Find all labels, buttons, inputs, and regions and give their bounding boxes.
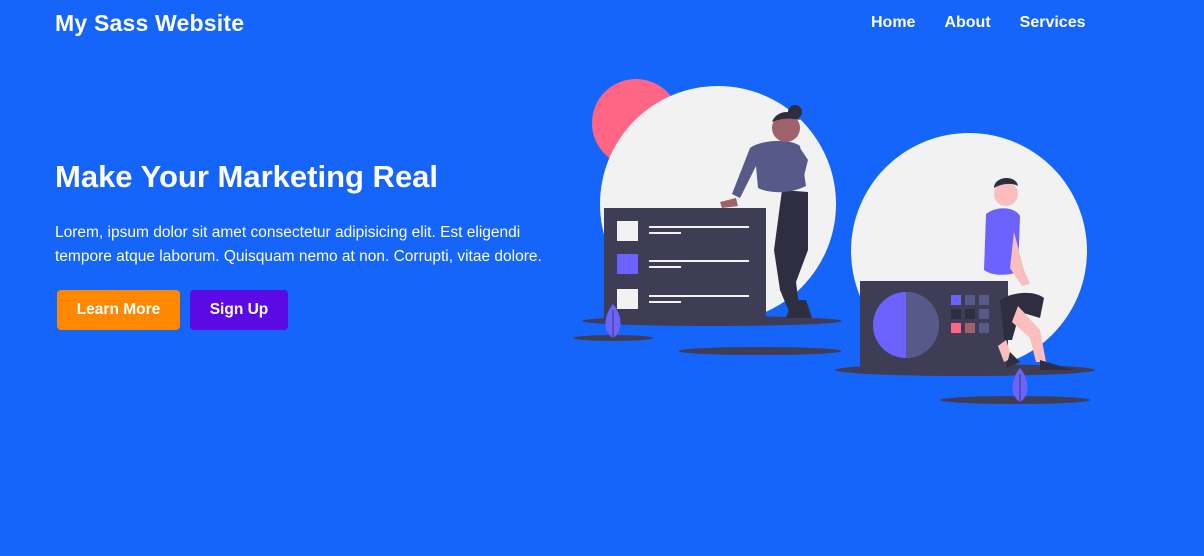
floor-shadow-5 — [940, 396, 1090, 404]
hero-section: Make Your Marketing Real Lorem, ipsum do… — [55, 155, 575, 269]
sign-up-button[interactable]: Sign Up — [190, 290, 288, 330]
hero-description-line-1: Lorem, ipsum dolor sit amet consectetur … — [55, 224, 521, 241]
nav-link-home[interactable]: Home — [871, 14, 915, 32]
nav-link-about[interactable]: About — [944, 14, 990, 32]
navbar: My Sass Website Home About Services — [0, 0, 1204, 50]
marketing-illustration — [573, 79, 1095, 404]
list-panel — [604, 208, 766, 320]
nav-link-services[interactable]: Services — [1020, 14, 1086, 32]
floor-shadow-3 — [678, 347, 842, 355]
nav-links: Home About Services — [871, 14, 1115, 32]
hero-title: Make Your Marketing Real — [55, 159, 439, 194]
hero-description: Lorem, ipsum dolor sit amet consectetur … — [55, 221, 575, 269]
learn-more-button[interactable]: Learn More — [57, 290, 180, 330]
dashboard-panel — [860, 281, 1008, 367]
hero-description-line-2: tempore atque laborum. Quisquam nemo at … — [55, 248, 542, 265]
site-logo[interactable]: My Sass Website — [55, 10, 244, 37]
hero-buttons: Learn More Sign Up — [57, 290, 288, 330]
